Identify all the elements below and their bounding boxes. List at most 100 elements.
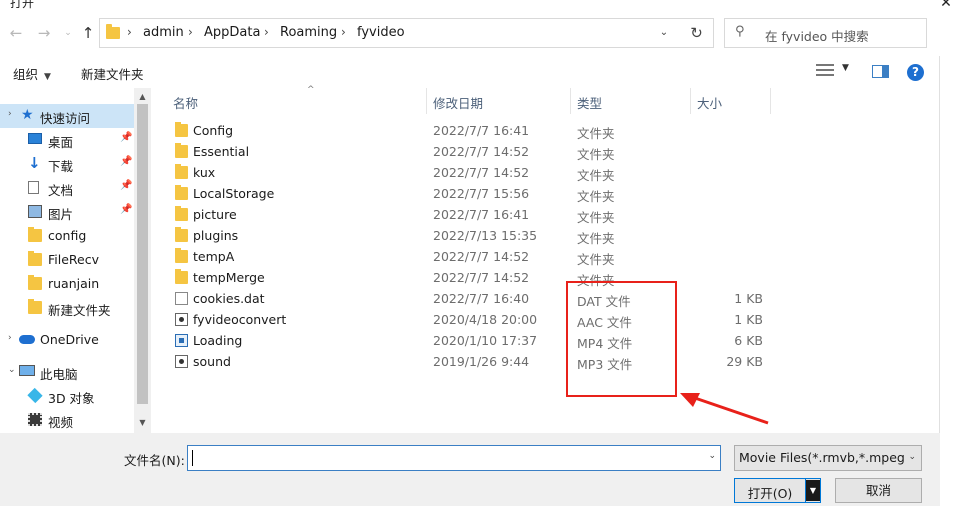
sidebar-scrollbar[interactable]: ▲ ▼ — [134, 88, 151, 433]
file-row[interactable]: kux 2022/7/7 14:52 文件夹 — [171, 163, 771, 184]
cancel-button[interactable]: 取消 — [835, 478, 922, 503]
new-folder-button[interactable]: 新建文件夹 — [81, 64, 144, 83]
sidebar-item-downloads[interactable]: ↓ 下载 📌 — [0, 152, 134, 176]
expand-chevron-icon[interactable]: ⌄ — [8, 365, 16, 375]
filename-input[interactable]: ⌄ — [187, 445, 721, 471]
column-header-label: 修改日期 — [433, 96, 484, 111]
folder-icon — [175, 248, 188, 263]
pin-icon[interactable]: 📌 — [120, 132, 132, 143]
file-type-filter-select[interactable]: Movie Files(*.rmvb,*.mpeg,*.avi) ⌄ — [734, 445, 922, 471]
breadcrumb-appdata[interactable]: AppData — [204, 25, 260, 40]
breadcrumb-chevron-icon[interactable]: › — [264, 25, 269, 39]
sidebar-item-label: 视频 — [48, 415, 74, 430]
folder-icon — [106, 24, 120, 39]
back-arrow-icon[interactable]: ← — [6, 22, 26, 44]
sidebar-item-3d-objects[interactable]: 3D 对象 — [0, 384, 134, 408]
organize-button[interactable]: 组织 ▼ — [13, 64, 51, 83]
annotation-arrow — [680, 393, 769, 425]
file-row[interactable]: cookies.dat 2022/7/7 16:40 DAT 文件 1 KB — [171, 289, 771, 310]
search-box[interactable]: ⚲ 在 fyvideo 中搜索 — [724, 18, 927, 48]
file-icon — [175, 292, 188, 305]
sidebar-item-filerecv[interactable]: FileRecv — [0, 248, 134, 272]
close-icon[interactable]: ✕ — [938, 0, 954, 12]
sidebar-item-videos[interactable]: 视频 — [0, 408, 134, 432]
file-row[interactable]: picture 2022/7/7 16:41 文件夹 — [171, 205, 771, 226]
file-row[interactable]: sound 2019/1/26 9:44 MP3 文件 29 KB — [171, 352, 771, 373]
column-header-name[interactable]: 名称 ^ — [167, 85, 427, 114]
file-date: 2022/7/13 15:35 — [433, 228, 538, 243]
file-row[interactable]: tempA 2022/7/7 14:52 文件夹 — [171, 247, 771, 268]
column-header-date[interactable]: 修改日期 — [427, 88, 571, 114]
breadcrumb-fyvideo[interactable]: fyvideo — [357, 25, 405, 40]
file-name: fyvideoconvert — [193, 312, 287, 327]
scroll-up-arrow-icon[interactable]: ▲ — [134, 90, 151, 104]
expand-chevron-icon[interactable]: › — [8, 109, 12, 119]
refresh-icon[interactable]: ↻ — [680, 18, 714, 48]
column-header-size[interactable]: 大小 — [691, 88, 771, 114]
sidebar-item-config[interactable]: config — [0, 224, 134, 248]
file-row[interactable]: plugins 2022/7/13 15:35 文件夹 — [171, 226, 771, 247]
pin-icon[interactable]: 📌 — [120, 156, 132, 167]
breadcrumb-admin[interactable]: admin — [143, 25, 184, 40]
sidebar-item-ruanjain[interactable]: ruanjain — [0, 272, 134, 296]
file-name: sound — [193, 354, 231, 369]
file-date: 2022/7/7 14:52 — [433, 270, 530, 285]
document-icon — [28, 181, 39, 194]
file-name: Config — [193, 123, 234, 138]
desktop-icon — [28, 133, 42, 144]
sidebar-item-documents[interactable]: 文档 📌 — [0, 176, 134, 200]
breadcrumb-roaming[interactable]: Roaming — [280, 25, 337, 40]
breadcrumb-chevron-icon[interactable]: › — [127, 25, 132, 39]
sidebar-item-onedrive[interactable]: › OneDrive — [0, 328, 134, 352]
recent-locations-chevron-icon[interactable]: ⌄ — [58, 22, 78, 44]
scrollbar-thumb[interactable] — [137, 104, 148, 404]
scroll-down-arrow-icon[interactable]: ▼ — [134, 416, 151, 430]
address-dropdown-chevron-icon[interactable]: ⌄ — [650, 18, 678, 48]
sort-ascending-icon: ^ — [307, 85, 315, 95]
chevron-down-icon[interactable]: ⌄ — [708, 451, 716, 461]
command-bar: 组织 ▼ 新建文件夹 ▼ ? — [0, 56, 940, 86]
file-row[interactable]: Config 2022/7/7 16:41 文件夹 — [171, 121, 771, 142]
breadcrumb-chevron-icon[interactable]: › — [341, 25, 346, 39]
file-size: 29 KB — [726, 354, 763, 369]
file-row[interactable]: tempMerge 2022/7/7 14:52 文件夹 — [171, 268, 771, 289]
breadcrumb-chevron-icon[interactable]: › — [188, 25, 193, 39]
sidebar-item-new-folder[interactable]: 新建文件夹 — [0, 296, 134, 320]
file-row[interactable]: fyvideoconvert 2020/4/18 20:00 AAC 文件 1 … — [171, 310, 771, 331]
file-row[interactable]: Loading 2020/1/10 17:37 MP4 文件 6 KB — [171, 331, 771, 352]
file-name: picture — [193, 207, 237, 222]
preview-pane-icon[interactable] — [872, 65, 889, 78]
file-name: tempMerge — [193, 270, 265, 285]
cloud-icon — [19, 335, 35, 344]
address-bar[interactable]: › admin › AppData › Roaming › fyvideo — [99, 18, 714, 48]
sidebar-item-label: 3D 对象 — [48, 391, 95, 406]
file-size: 1 KB — [734, 291, 763, 306]
view-list-icon[interactable] — [816, 64, 834, 77]
pin-icon[interactable]: 📌 — [120, 204, 132, 215]
sidebar-item-quick-access[interactable]: › ★ 快速访问 — [0, 104, 134, 128]
file-name: plugins — [193, 228, 239, 243]
up-arrow-icon[interactable]: ↑ — [78, 22, 98, 44]
open-button[interactable]: 打开(O) ▼ — [734, 478, 821, 503]
sidebar-item-pictures[interactable]: 图片 📌 — [0, 200, 134, 224]
file-date: 2022/7/7 14:52 — [433, 249, 530, 264]
file-date: 2019/1/26 9:44 — [433, 354, 530, 369]
dialog-footer: 文件名(N): ⌄ Movie Files(*.rmvb,*.mpeg,*.av… — [0, 433, 940, 506]
sidebar-item-this-pc[interactable]: ⌄ 此电脑 — [0, 360, 134, 384]
folder-icon — [175, 122, 188, 137]
pin-icon[interactable]: 📌 — [120, 180, 132, 191]
column-header-type[interactable]: 类型 — [571, 88, 691, 114]
sidebar-item-desktop[interactable]: 桌面 📌 — [0, 128, 134, 152]
folder-icon — [175, 164, 188, 179]
sidebar-item-label: config — [48, 228, 87, 243]
cube-icon — [27, 387, 43, 404]
expand-chevron-icon[interactable]: › — [8, 333, 12, 343]
file-row[interactable]: LocalStorage 2022/7/7 15:56 文件夹 — [171, 184, 771, 205]
forward-arrow-icon[interactable]: → — [34, 22, 54, 44]
file-row[interactable]: Essential 2022/7/7 14:52 文件夹 — [171, 142, 771, 163]
help-icon[interactable]: ? — [907, 64, 924, 81]
file-type: 文件夹 — [577, 189, 615, 204]
chevron-down-icon[interactable]: ▼ — [806, 480, 820, 501]
sidebar-item-label: 图片 — [48, 207, 74, 222]
chevron-down-icon[interactable]: ▼ — [842, 63, 849, 73]
